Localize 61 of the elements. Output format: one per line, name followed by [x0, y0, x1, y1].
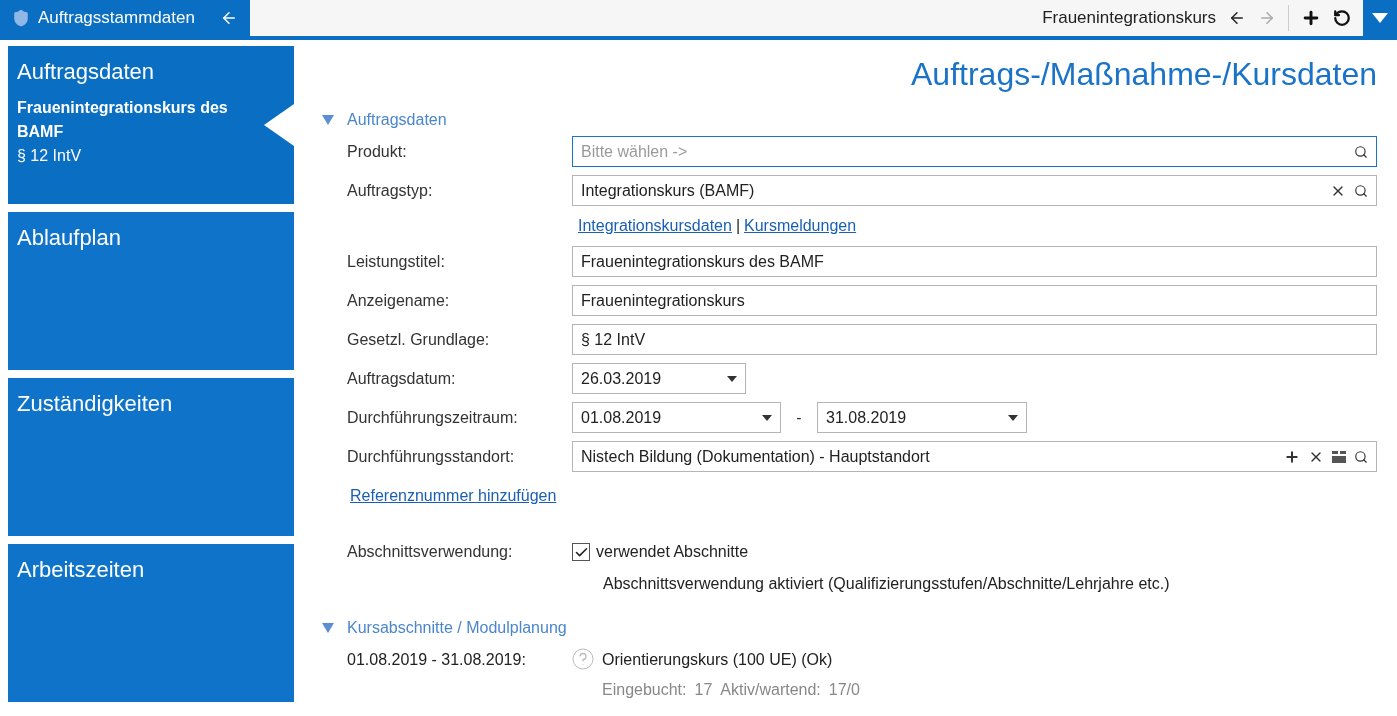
section-title[interactable]: Kursabschnitte / Modulplanung [347, 616, 567, 640]
period-label: 01.08.2019 - 31.08.2019: [347, 650, 527, 670]
field-label: Auftragsdatum: [347, 368, 457, 389]
search-icon[interactable] [1354, 183, 1368, 198]
field-label: Durchführungszeitraum: [347, 407, 519, 428]
date-field[interactable]: 01.08.2019 [572, 402, 781, 433]
nav-card[interactable]: Arbeitszeiten [8, 544, 294, 702]
module-name: Orientierungskurs (100 UE) (Ok) [602, 650, 834, 670]
lookup-field[interactable]: Nistech Bildung (Dokumentation) - Hauptstandort [572, 441, 1377, 472]
search-icon[interactable] [1354, 449, 1368, 464]
date-field[interactable]: 26.03.2019 [572, 363, 746, 394]
stat-label: Eingebucht: [602, 680, 687, 700]
calendar-icon[interactable] [1332, 450, 1346, 463]
dropdown-button[interactable] [1363, 0, 1397, 36]
field-label: Produkt: [347, 141, 408, 162]
page-title: Auftrags-/Maßnahme-/Kursdaten [910, 55, 1377, 94]
field-label: Anzeigename: [347, 290, 451, 311]
date-field[interactable]: 31.08.2019 [817, 402, 1027, 433]
collapse-triangle-icon[interactable] [321, 114, 335, 126]
nav-card-title: Zuständigkeiten [17, 390, 174, 418]
field-label: Leistungstitel: [347, 251, 446, 272]
refresh-icon[interactable] [1333, 9, 1351, 27]
nav-card-title: Ablaufplan [17, 224, 122, 252]
caret-icon[interactable] [1008, 414, 1018, 421]
nav-card-title: Arbeitszeiten [17, 556, 146, 584]
search-icon[interactable] [1354, 144, 1368, 159]
add-icon[interactable] [1301, 8, 1321, 28]
checkbox-label[interactable]: verwendet Abschnitte [596, 540, 749, 564]
field-label: Abschnittsverwendung: [347, 542, 514, 562]
caret-icon[interactable] [727, 375, 737, 382]
nav-card-title: Auftragsdaten [17, 58, 155, 86]
shield-icon [12, 9, 30, 27]
link[interactable]: Kursmeldungen [744, 214, 857, 238]
text-field[interactable]: Frauenintegrationskurs [572, 285, 1377, 316]
add-icon[interactable] [1284, 448, 1300, 465]
stat-value: 17/0 [828, 680, 860, 700]
caret-icon[interactable] [762, 414, 772, 421]
link[interactable]: Referenznummer hinzufügen [350, 484, 557, 508]
text-field[interactable]: Frauenintegrationskurs des BAMF [572, 246, 1377, 277]
record-title: Frauenintegrationskurs [1042, 7, 1216, 30]
field-label: Auftragstyp: [347, 180, 434, 201]
field-label: Gesetzl. Grundlage: [347, 329, 491, 350]
stat-value: 17 [694, 680, 713, 700]
nav-card-detail: § 12 IntV [17, 146, 83, 166]
lookup-field[interactable]: Integrationskurs (BAMF) [572, 175, 1377, 206]
stat-label: Aktiv/wartend: [720, 680, 821, 700]
field-label: Durchführungsstandort: [347, 446, 516, 467]
collapse-triangle-icon[interactable] [321, 622, 335, 634]
link-separator: | [735, 216, 741, 236]
nav-card[interactable]: Auftragsdaten Frauenintegrationskurs des BAMF § 12 IntV [8, 46, 294, 204]
section-title[interactable]: Auftragsdaten [347, 108, 447, 132]
range-separator: - [795, 407, 803, 428]
usage-note: Abschnittsverwendung aktiviert (Qualifizierungsstufen/Abschnitte/Lehrjahre etc.) [602, 574, 1171, 594]
text-field[interactable]: § 12 IntV [572, 324, 1377, 355]
checkbox[interactable] [572, 543, 590, 561]
nav-card-subtitle: Frauenintegrationskurs des BAMF [17, 98, 229, 142]
nav-card[interactable]: Ablaufplan [8, 212, 294, 370]
selection-pointer-icon [264, 104, 294, 146]
module-tab[interactable]: Auftragsstammdaten [0, 0, 250, 36]
nav-card[interactable]: Zuständigkeiten [8, 378, 294, 536]
link[interactable]: Integrationskursdaten [578, 214, 732, 238]
